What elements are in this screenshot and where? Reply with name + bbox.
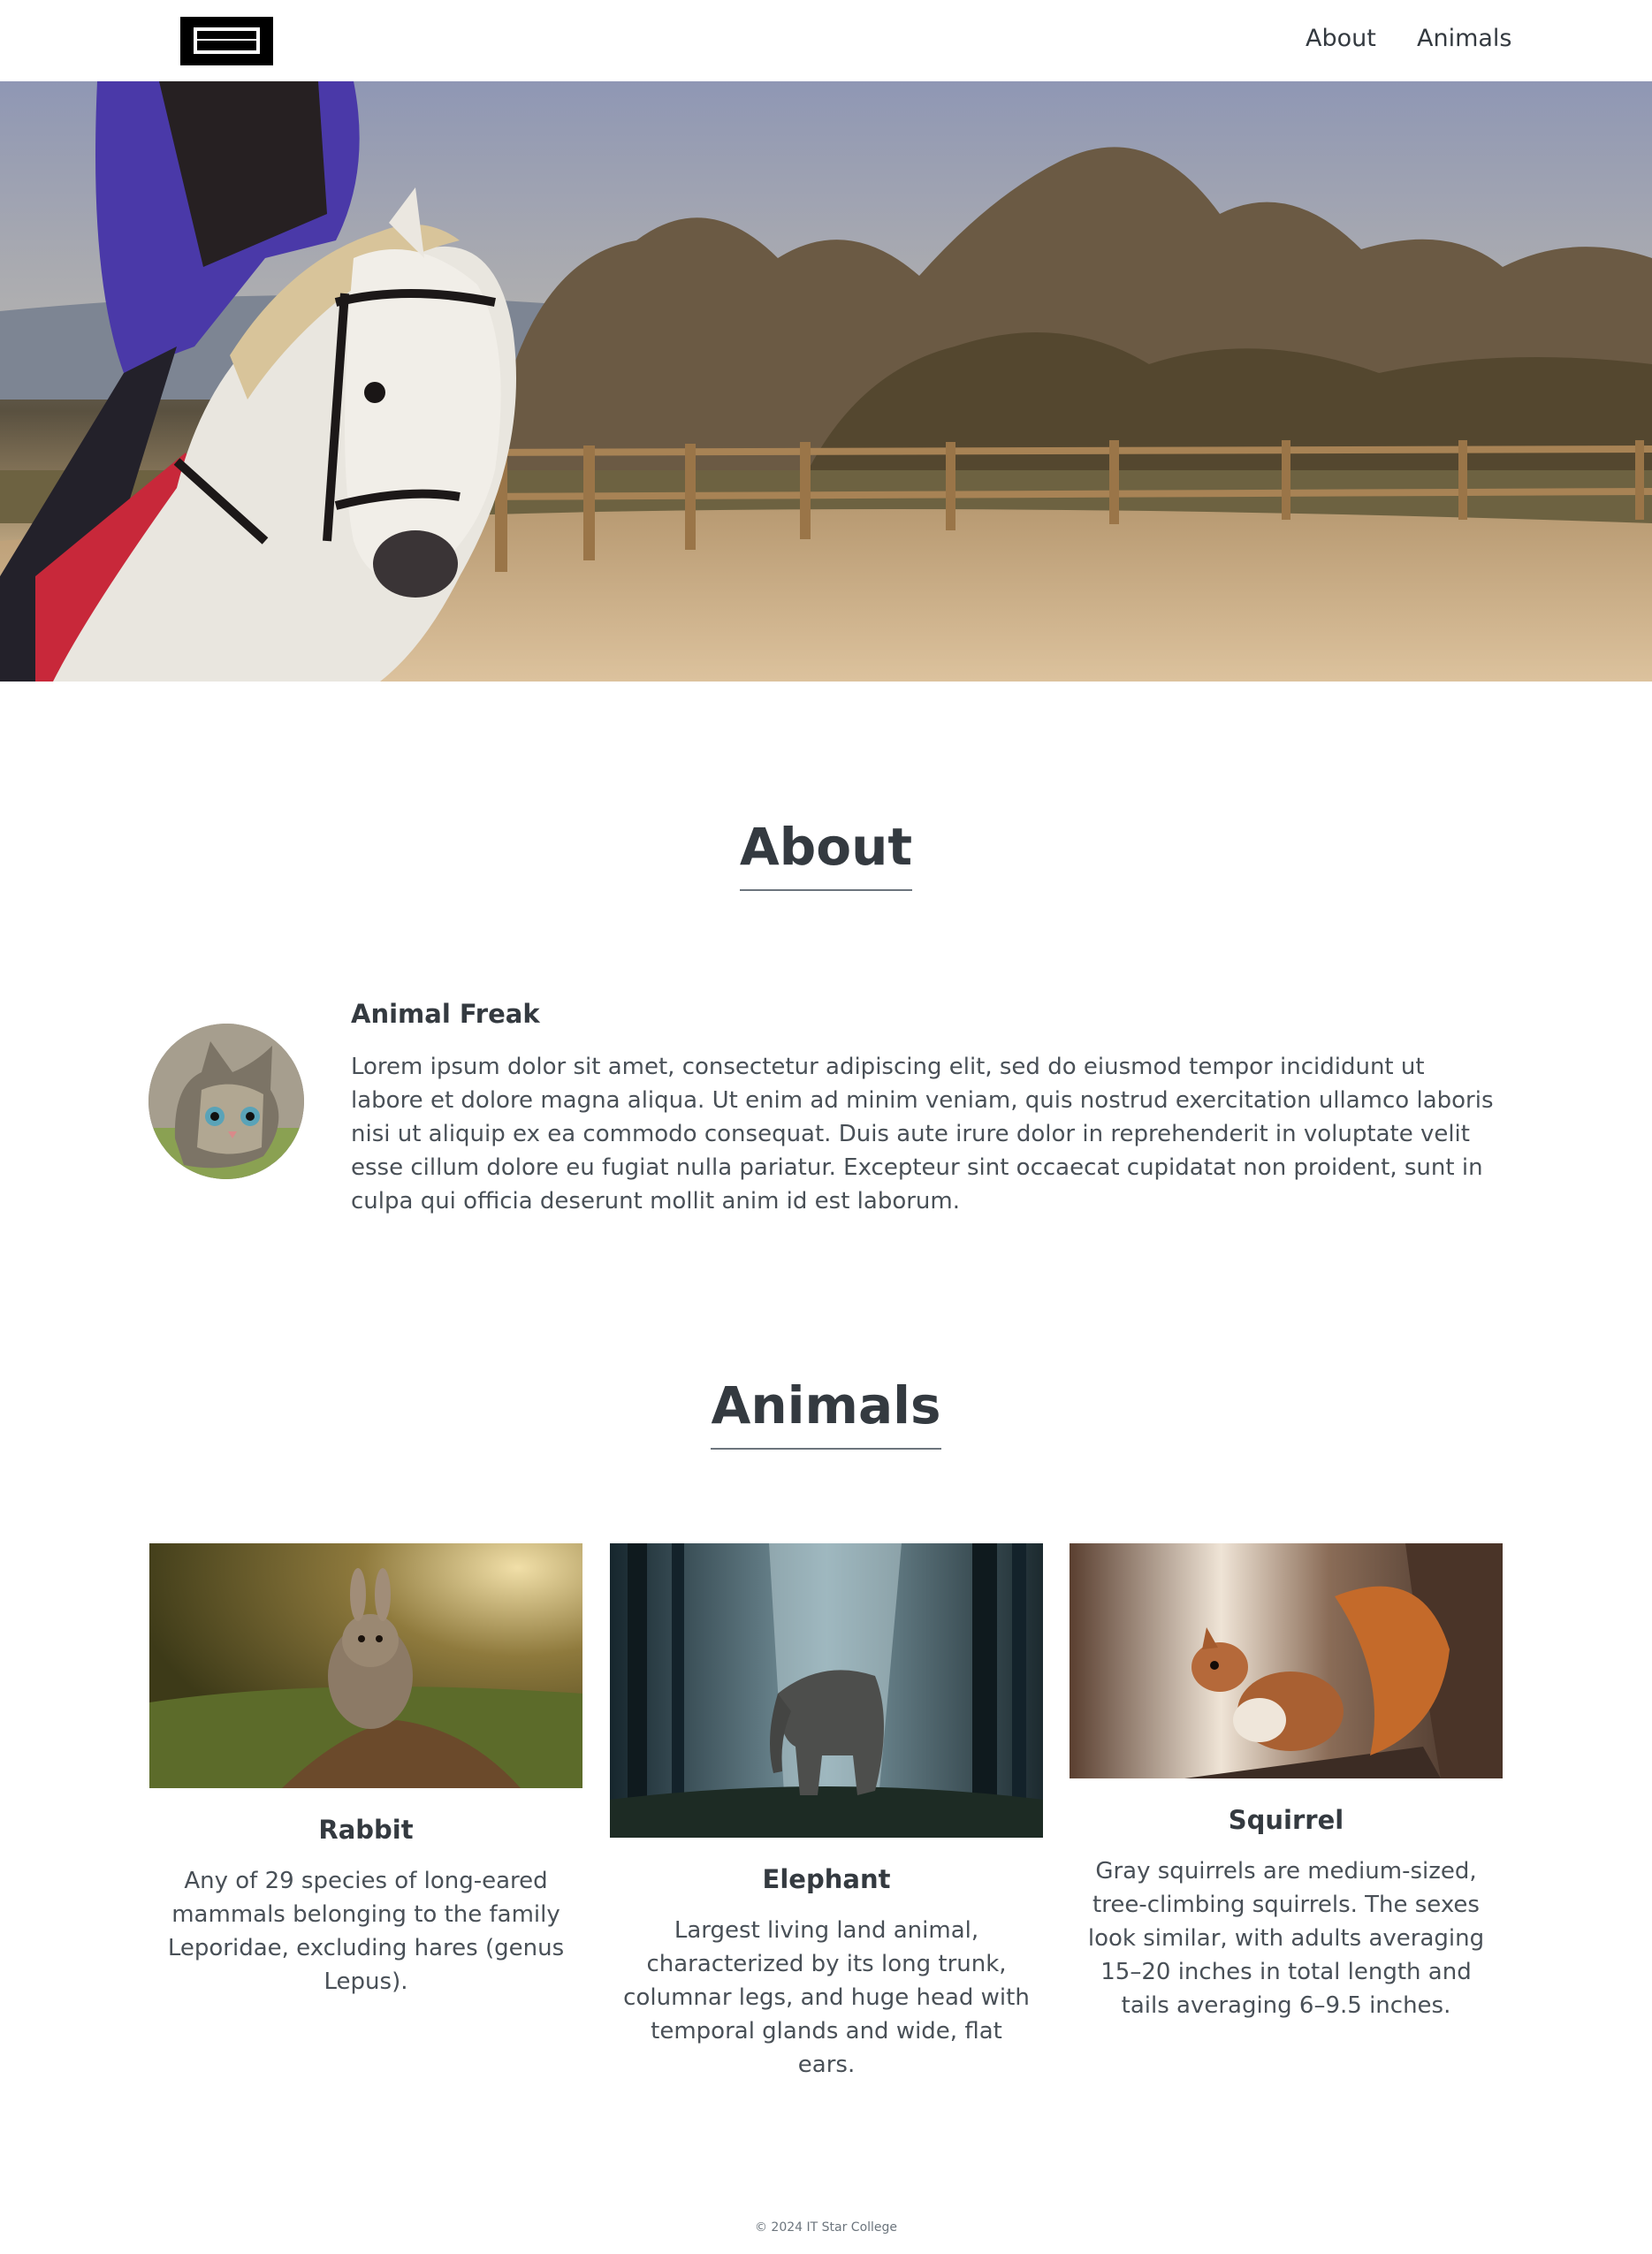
kitten-photo	[148, 1024, 304, 1179]
rabbit-photo-graphic	[149, 1543, 582, 1788]
logo-line	[194, 39, 260, 41]
squirrel-photo	[1070, 1543, 1503, 1778]
hero-image	[0, 81, 1652, 682]
about-description: Lorem ipsum dolor sit amet, consectetur …	[351, 1054, 1494, 1215]
animal-card-squirrel: Squirrel Gray squirrels are medium-sized…	[1070, 1543, 1503, 2022]
animals-heading: Animals	[711, 1375, 941, 1450]
animal-description-elephant: Largest living land animal, characterize…	[623, 1917, 1030, 2078]
about-name: Animal Freak	[351, 999, 540, 1029]
animal-description-rabbit: Any of 29 species of long-eared mammals …	[167, 1868, 565, 1995]
elephant-photo-graphic	[610, 1543, 1043, 1838]
site-header: About Animals	[0, 0, 1652, 81]
animal-name-squirrel: Squirrel	[1228, 1805, 1344, 1835]
animals-section-title: Animals	[0, 1375, 1652, 1450]
menu-logo-icon[interactable]	[180, 17, 273, 65]
animal-name-elephant: Elephant	[762, 1864, 891, 1894]
animal-description-squirrel: Gray squirrels are medium-sized, tree-cl…	[1087, 1858, 1485, 2019]
about-section-title: About	[0, 817, 1652, 891]
animal-card-rabbit: Rabbit Any of 29 species of long-eared m…	[149, 1543, 582, 1999]
animal-name-rabbit: Rabbit	[318, 1815, 414, 1845]
rabbit-photo	[149, 1543, 582, 1788]
horse-rider-paddock-photo	[0, 81, 1652, 682]
footer-text: © 2024 IT Star College	[754, 2220, 898, 2235]
logo-frame	[194, 27, 260, 54]
nav-link-about[interactable]: About	[1306, 25, 1376, 52]
squirrel-photo-graphic	[1070, 1543, 1503, 1778]
nav-link-animals[interactable]: Animals	[1417, 25, 1512, 52]
animal-card-elephant: Elephant Largest living land animal, cha…	[610, 1543, 1043, 2082]
elephant-photo	[610, 1543, 1043, 1838]
avatar	[148, 1024, 304, 1179]
about-heading: About	[739, 817, 913, 891]
